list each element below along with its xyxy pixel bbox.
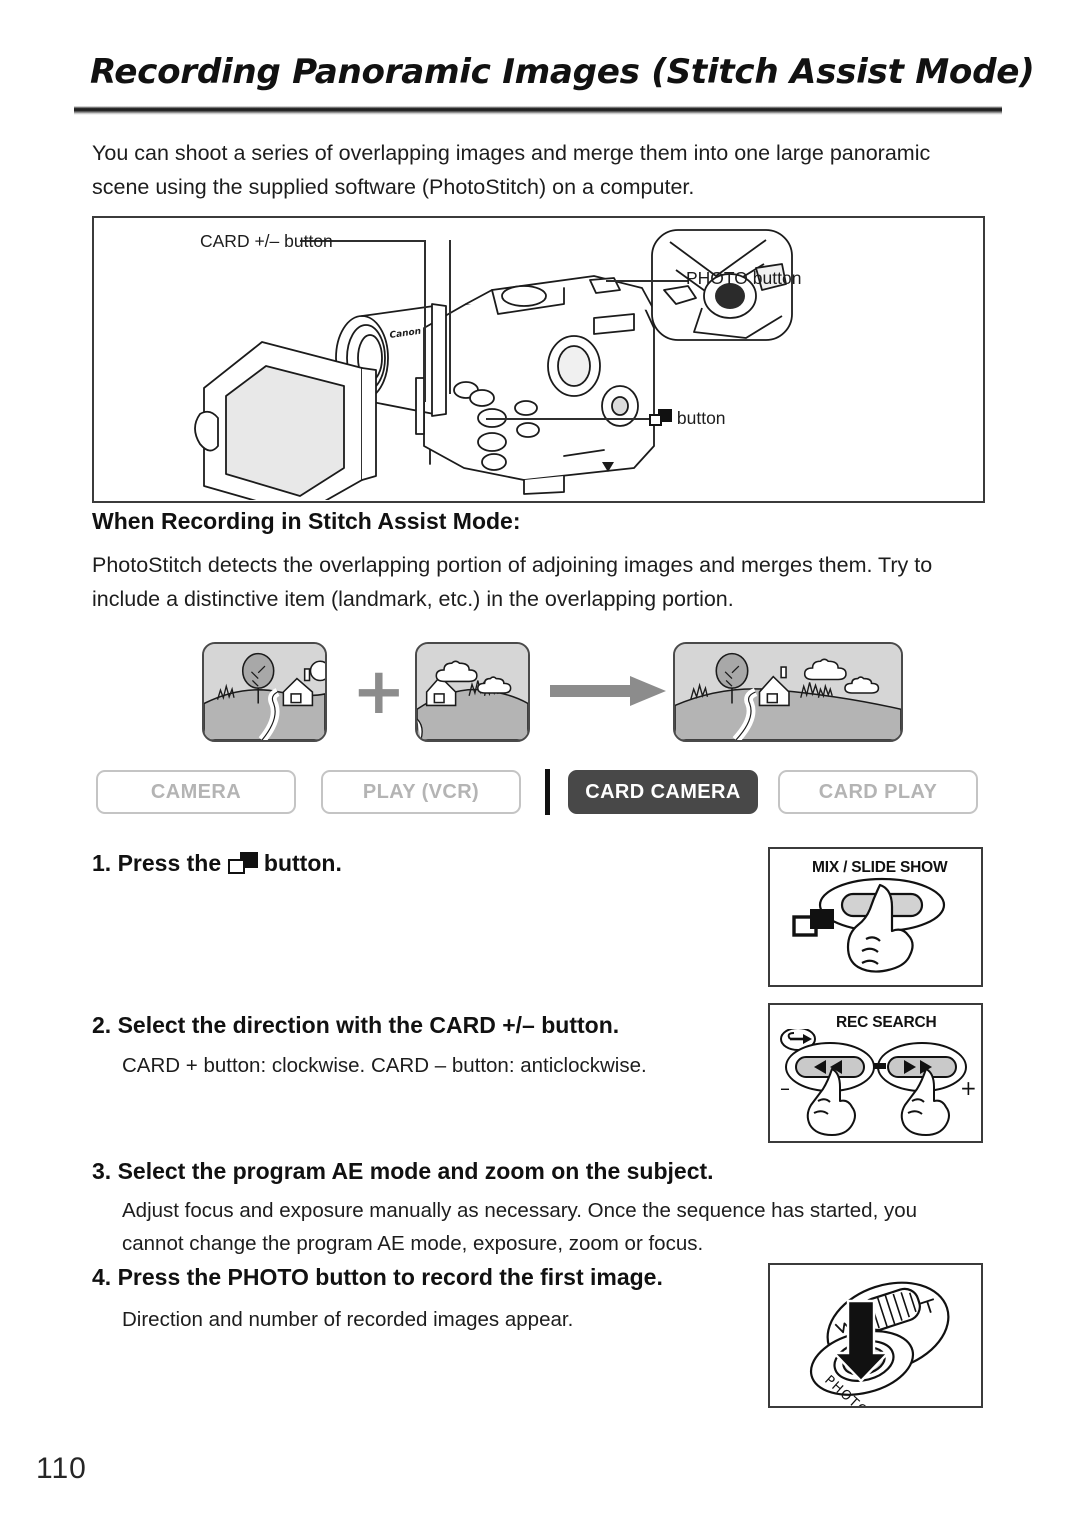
page-title: Recording Panoramic Images (Stitch Assis… [90,52,1035,91]
rec-search-buttons-illustration: – + [780,1029,977,1136]
illustration-rec-search: REC SEARCH – + [768,1003,983,1143]
thumb-scene-right [415,642,530,742]
camcorder-illustration: Canon [194,275,655,500]
leader-line-card-v2 [449,240,452,394]
step-2-heading: 2. Select the direction with the CARD +/… [92,1012,619,1039]
mode-tab-play-vcr[interactable]: PLAY (VCR) [321,770,521,814]
step-3-heading-text: Select the program AE mode and zoom on t… [117,1158,714,1184]
step-1-heading-before: Press the [117,850,222,876]
step-1-number: 1. [92,850,112,876]
step-3-number: 3. [92,1158,112,1184]
mode-tab-row: CAMERA PLAY (VCR) CARD CAMERA CARD PLAY [0,769,1080,818]
mode-tab-card-camera-label: CARD CAMERA [585,780,741,803]
photo-button-press-illustration: PHOTO [809,1281,950,1406]
leader-line-photo [606,280,688,283]
mode-tab-card-camera[interactable]: CARD CAMERA [568,770,758,814]
label-stitch-button: button [649,408,726,429]
mix-slideshow-button-illustration [792,877,946,973]
step-2-number: 2. [92,1012,112,1038]
step-3-heading: 3. Select the program AE mode and zoom o… [92,1158,714,1185]
step-4-number: 4. [92,1264,112,1290]
mode-tab-camera[interactable]: CAMERA [96,770,296,814]
thumb-scene-left [202,642,327,742]
merge-arrow-icon [550,676,666,706]
step-1-heading: 1. Press the button. [92,850,342,877]
title-divider [74,106,1002,115]
page-number: 110 [36,1452,87,1485]
mode-tab-separator [545,769,550,815]
section-body: PhotoStitch detects the overlapping port… [92,553,933,611]
label-stitch-button-text: button [676,408,726,428]
stitch-example-row: + [0,636,1080,748]
label-card-button: CARD +/– button [200,231,333,251]
mode-tab-card-play[interactable]: CARD PLAY [778,770,978,814]
illustration-photo-button: PHOTO [768,1263,983,1408]
illustration-mix-slideshow: MIX / SLIDE SHOW [768,847,983,987]
step-4-heading: 4. Press the PHOTO button to record the … [92,1264,663,1291]
photo-button-inset [651,229,793,341]
step-2-heading-text: Select the direction with the CARD +/– b… [117,1012,620,1038]
stitch-icon [227,852,258,874]
thumb-scene-merged [673,642,903,742]
mode-tab-camera-label: CAMERA [150,780,242,803]
leader-line-stitch [486,418,656,421]
camera-diagram: Canon CARD +/– button PHOTO button butto… [92,216,985,503]
leader-line-card-v1 [424,240,427,402]
stitch-icon [649,409,672,426]
manual-page: Recording Panoramic Images (Stitch Assis… [0,0,1080,1533]
rec-search-minus-label: – [780,1076,790,1100]
section-heading: When Recording in Stitch Assist Mode: [92,508,521,534]
plus-symbol: + [352,655,406,729]
step-4-heading-text: Press the PHOTO button to record the fir… [117,1264,663,1290]
intro-paragraph: You can shoot a series of overlapping im… [92,141,931,199]
step-2-body: CARD + button: clockwise. CARD – button:… [122,1054,647,1077]
caption-mix-slideshow: MIX / SLIDE SHOW [812,859,948,876]
step-4-body: Direction and number of recorded images … [122,1308,574,1331]
mode-tab-play-vcr-label: PLAY (VCR) [362,780,480,803]
svg-text:Canon: Canon [389,327,422,341]
label-photo-button: PHOTO button [686,268,802,288]
mode-tab-card-play-label: CARD PLAY [818,780,938,803]
step-1-heading-after: button. [263,850,342,876]
step-3-body: Adjust focus and exposure manually as ne… [122,1199,918,1255]
rec-search-plus-label: + [960,1076,977,1100]
